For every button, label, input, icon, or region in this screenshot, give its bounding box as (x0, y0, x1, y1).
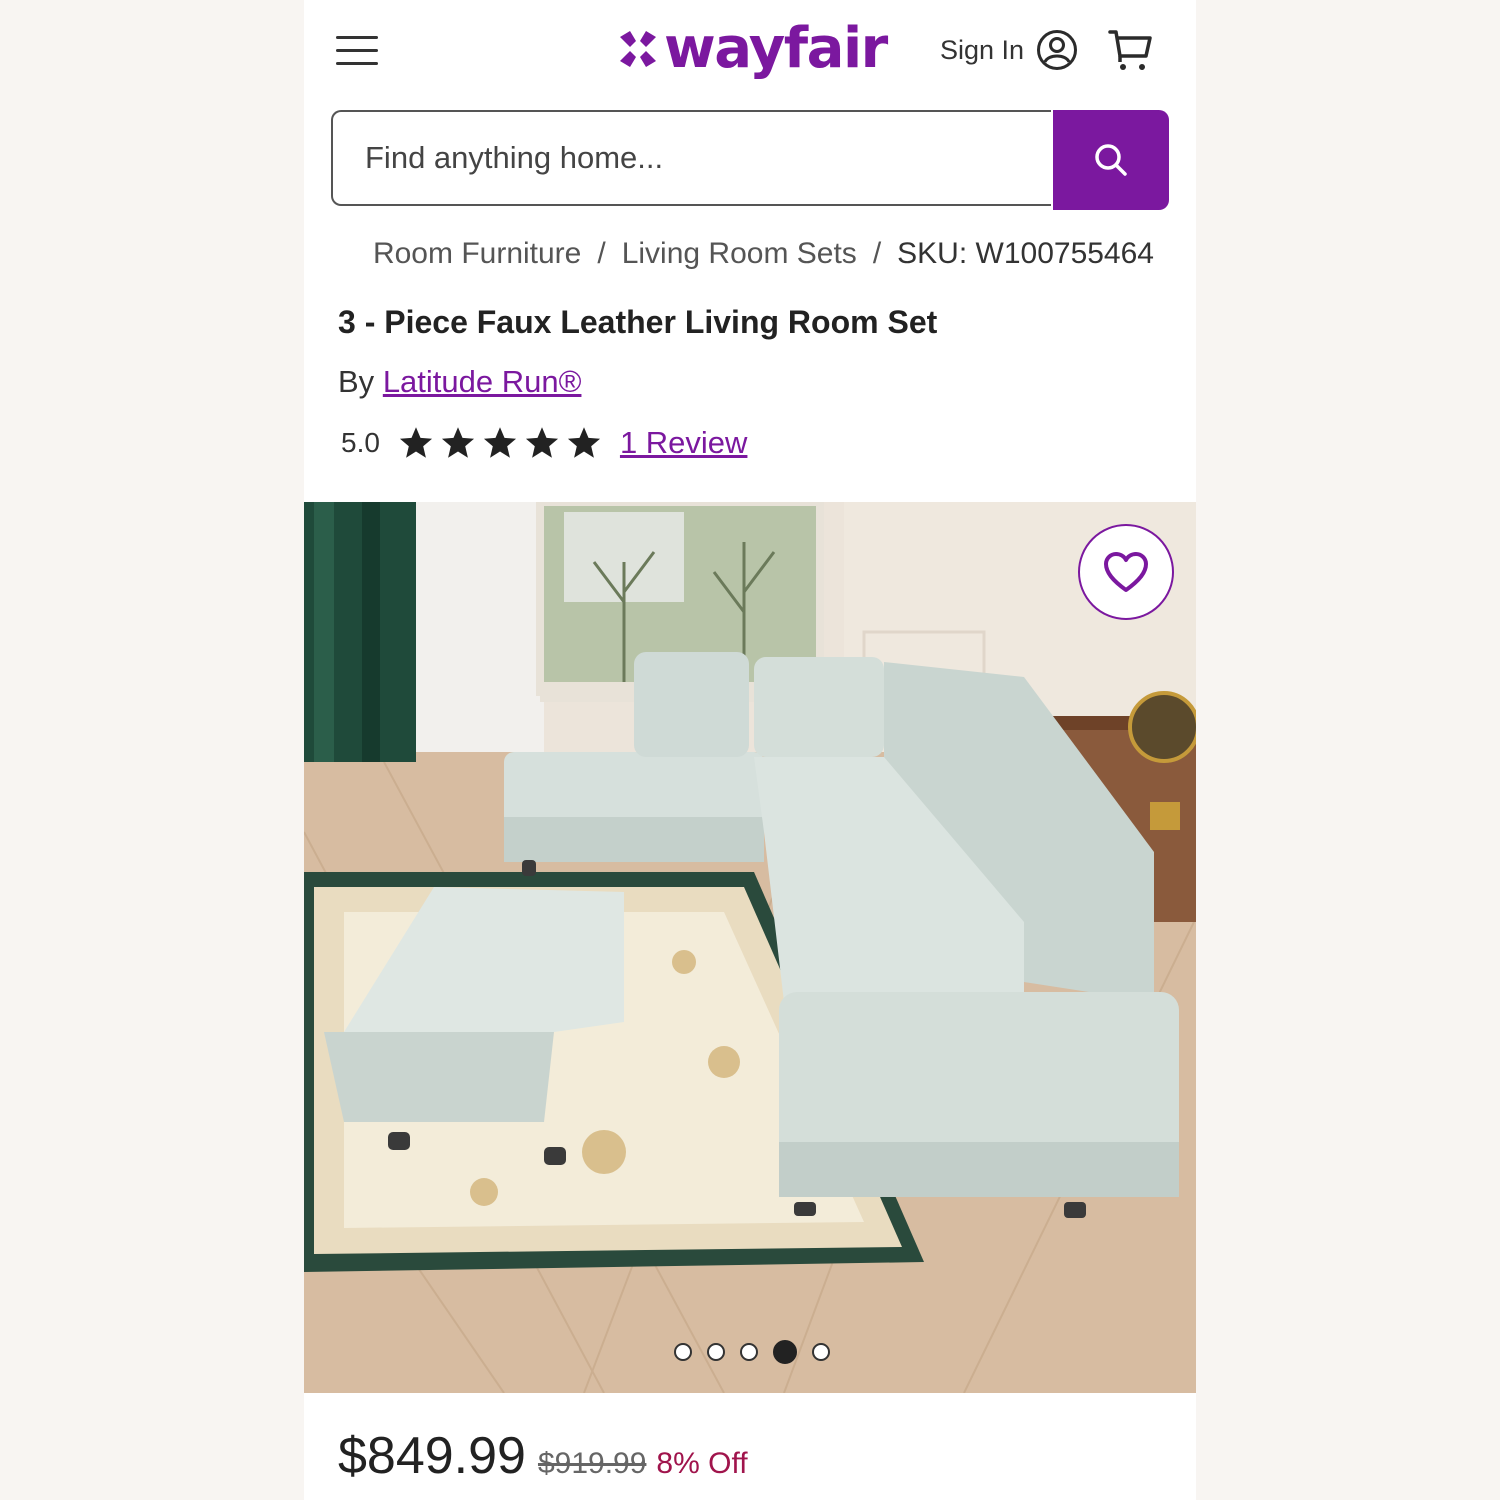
wayfair-logo-mark-icon (620, 31, 656, 67)
wayfair-logo[interactable]: wayfair (616, 14, 888, 84)
search-icon (1095, 144, 1127, 176)
star-icon (525, 427, 558, 458)
breadcrumb: Room Furniture / Living Room Sets / SKU: W10… (304, 232, 1196, 276)
cart-button[interactable] (1106, 26, 1154, 74)
star-icon (483, 427, 516, 458)
star-icon (399, 427, 432, 458)
price-row: $849.99 $919.99 8% Off (338, 1426, 748, 1486)
breadcrumb-separator: / (597, 237, 606, 270)
reviews-link[interactable]: 1 Review (620, 425, 748, 461)
breadcrumb-separator: / (872, 237, 882, 270)
star-rating (398, 425, 608, 461)
discount-badge: 8% Off (656, 1447, 748, 1480)
product-byline: By Latitude Run® (338, 360, 581, 404)
product-image-gallery[interactable] (304, 502, 1196, 1393)
heart-icon (1104, 552, 1148, 592)
current-price: $849.99 (338, 1427, 526, 1485)
carousel-indicators (674, 1340, 845, 1364)
cart-icon (1108, 30, 1152, 70)
carousel-dot[interactable] (707, 1343, 725, 1361)
product-photo (304, 502, 1196, 1393)
carousel-dot-active[interactable] (773, 1340, 797, 1364)
breadcrumb-living-room-sets[interactable]: Living Room Sets (622, 237, 857, 270)
carousel-dot[interactable] (740, 1343, 758, 1361)
sign-in-label: Sign In (940, 34, 1025, 65)
search-input[interactable] (331, 110, 1051, 206)
star-icon (441, 427, 474, 458)
breadcrumb-room-furniture[interactable]: Room Furniture (373, 237, 581, 270)
product-title: 3 - Piece Faux Leather Living Room Set (338, 304, 938, 340)
account-icon (1037, 30, 1078, 70)
by-label: By (338, 364, 375, 399)
brand-link[interactable]: Latitude Run® (383, 364, 582, 399)
star-icon (567, 427, 600, 458)
brand-wordmark: wayfair (664, 16, 888, 81)
original-price: $919.99 (537, 1447, 647, 1480)
sign-in-button[interactable]: Sign In (940, 30, 1078, 70)
breadcrumb-sku: SKU: W100755464 (897, 237, 1154, 270)
search-button[interactable] (1053, 110, 1169, 210)
product-page: wayfair Sign In Find anything home... Ro… (304, 0, 1196, 1500)
rating-value: 5.0 (341, 427, 380, 458)
rating-summary: 5.0 1 Review (341, 420, 747, 466)
top-header: wayfair Sign In (304, 0, 1196, 100)
carousel-dot[interactable] (674, 1343, 692, 1361)
menu-icon[interactable] (336, 34, 378, 66)
search-bar (331, 110, 1169, 210)
carousel-dot[interactable] (812, 1343, 830, 1361)
favorite-button[interactable] (1078, 524, 1174, 620)
